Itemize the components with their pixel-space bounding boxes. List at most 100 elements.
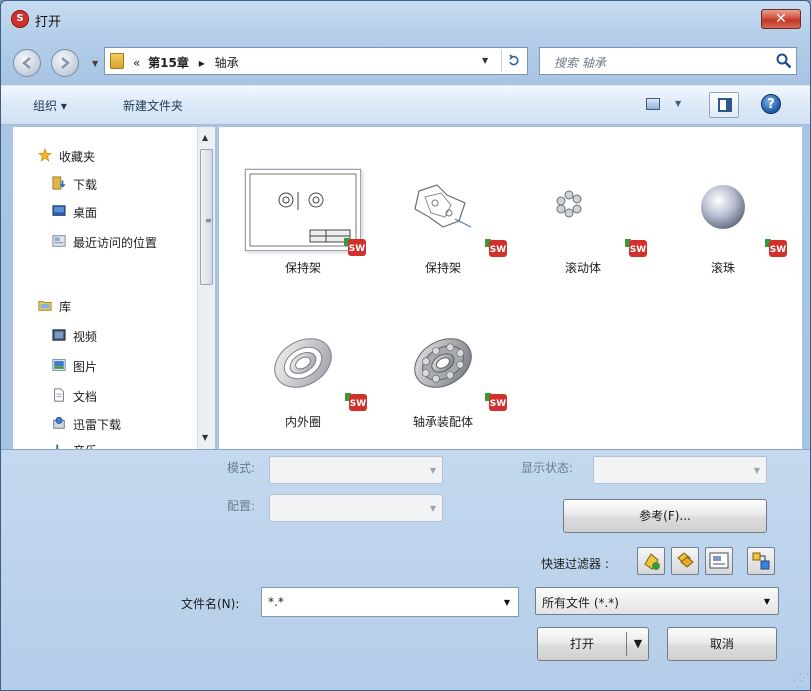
sidebar-label: 下载 bbox=[73, 178, 98, 192]
chevron-down-icon[interactable]: ▼ bbox=[764, 597, 770, 606]
rollers-preview-icon bbox=[556, 190, 582, 218]
view-options-dropdown-icon[interactable]: ▼ bbox=[675, 99, 681, 108]
back-arrow-icon bbox=[22, 57, 31, 69]
scroll-up-arrow-icon[interactable]: ▲ bbox=[202, 133, 208, 142]
open-split-button[interactable]: 打开 ▼ bbox=[537, 627, 649, 661]
ball-preview-icon bbox=[701, 185, 745, 229]
search-icon[interactable] bbox=[776, 53, 792, 69]
chevron-down-icon[interactable]: ▼ bbox=[504, 598, 510, 607]
address-dropdown-icon[interactable]: ▼ bbox=[482, 56, 488, 65]
configuration-label: 配置: bbox=[227, 499, 256, 513]
breadcrumb-separator[interactable]: ▸ bbox=[199, 56, 205, 70]
file-tile[interactable]: SW 内外圈 bbox=[241, 323, 367, 433]
solidworks-badge-icon: SW bbox=[344, 238, 366, 256]
cage-part-preview-icon bbox=[414, 184, 472, 228]
breadcrumb-overflow[interactable]: « bbox=[133, 56, 140, 70]
cancel-button[interactable]: 取消 bbox=[667, 627, 777, 661]
filter-drawings-icon bbox=[709, 552, 729, 569]
filename-label: 文件名(N): bbox=[181, 597, 240, 611]
bearing-assembly-preview-icon bbox=[414, 338, 472, 388]
chevron-down-icon: ▼ bbox=[753, 466, 760, 475]
refresh-button[interactable] bbox=[501, 50, 525, 72]
sidebar-label: 图片 bbox=[73, 360, 98, 374]
breadcrumb[interactable]: « 第15章 ▸ 轴承 bbox=[133, 54, 239, 71]
file-type-value[interactable]: 所有文件 (*.*) bbox=[542, 594, 619, 611]
open-button[interactable]: 打开 bbox=[538, 628, 626, 660]
filename-value[interactable]: *.* bbox=[268, 595, 284, 609]
back-button[interactable] bbox=[13, 49, 41, 77]
file-tile[interactable]: SW 滚珠 bbox=[661, 169, 787, 279]
sphere-thumbnail: SW bbox=[665, 169, 787, 257]
sidebar-label: 迅雷下载 bbox=[73, 418, 122, 432]
references-button[interactable]: 参考(F)... bbox=[563, 499, 767, 533]
chevron-down-icon: ▼ bbox=[429, 504, 436, 513]
change-view-icon[interactable] bbox=[646, 98, 660, 110]
rollers-thumbnail: SW bbox=[525, 169, 647, 257]
breadcrumb-item-chapter[interactable]: 第15章 bbox=[148, 56, 189, 70]
filter-top-level-assemblies-button[interactable] bbox=[747, 547, 775, 575]
solidworks-app-icon: S bbox=[11, 10, 29, 28]
configuration-select: ▼ bbox=[269, 494, 443, 522]
sidebar-label: 视频 bbox=[73, 330, 98, 344]
organize-menu[interactable]: 组织 ▾ bbox=[33, 97, 67, 114]
mode-select: ▼ bbox=[269, 456, 443, 484]
solidworks-badge-icon: SW bbox=[765, 239, 787, 257]
navigation-scrollbar[interactable]: ▲ ≡ ▼ bbox=[197, 127, 215, 449]
solidworks-badge-icon: SW bbox=[485, 239, 507, 257]
recent-locations-dropdown-icon[interactable]: ▼ bbox=[92, 59, 98, 68]
filter-drawings-button[interactable] bbox=[705, 547, 733, 575]
address-bar[interactable]: « 第15章 ▸ 轴承 ▼ bbox=[104, 47, 528, 75]
window-title: 打开 bbox=[35, 15, 62, 30]
file-name: 滚珠 bbox=[710, 261, 735, 275]
scrollbar-thumb[interactable]: ≡ bbox=[200, 149, 213, 285]
quick-filter-label: 快速过滤器 : bbox=[541, 557, 609, 571]
preview-pane-button[interactable] bbox=[709, 92, 739, 118]
libraries-icon bbox=[38, 301, 52, 311]
forward-arrow-icon bbox=[61, 57, 70, 69]
file-name: 保持架 bbox=[284, 261, 321, 275]
drawing-preview-icon bbox=[249, 173, 357, 247]
close-button[interactable]: ✕ bbox=[761, 9, 801, 29]
star-icon bbox=[38, 148, 52, 162]
solidworks-badge-icon: SW bbox=[625, 239, 647, 257]
filename-input[interactable]: *.* ▼ bbox=[261, 587, 519, 617]
file-name: 保持架 bbox=[424, 261, 461, 275]
file-tile[interactable]: SW 滚动体 bbox=[521, 169, 647, 279]
svg-text:SW: SW bbox=[770, 245, 786, 255]
search-placeholder[interactable]: 搜索 轴承 bbox=[554, 54, 606, 71]
bearing-thumbnail: SW bbox=[385, 323, 507, 411]
file-tile[interactable]: SW 保持架 bbox=[381, 169, 507, 279]
mode-label: 模式: bbox=[227, 461, 256, 475]
svg-text:SW: SW bbox=[490, 245, 506, 255]
filter-assemblies-button[interactable] bbox=[671, 547, 699, 575]
sidebar-label: 音乐 bbox=[73, 442, 97, 449]
display-state-label: 显示状态: bbox=[521, 461, 574, 475]
forward-button[interactable] bbox=[51, 49, 79, 77]
sidebar-label: 收藏夹 bbox=[59, 150, 96, 164]
svg-text:SW: SW bbox=[490, 399, 506, 409]
svg-text:SW: SW bbox=[630, 245, 646, 255]
sidebar-label: 文档 bbox=[73, 390, 98, 404]
file-name: 滚动体 bbox=[564, 261, 601, 275]
filter-parts-icon bbox=[644, 553, 660, 570]
open-options-dropdown-icon[interactable]: ▼ bbox=[628, 628, 648, 660]
resize-grip-icon[interactable]: ⋰⋰ bbox=[793, 673, 809, 683]
sidebar-label: 最近访问的位置 bbox=[73, 236, 158, 250]
scroll-down-arrow-icon[interactable]: ▼ bbox=[202, 433, 208, 442]
file-name: 轴承装配体 bbox=[412, 415, 473, 429]
file-tile[interactable]: SW 轴承装配体 bbox=[381, 323, 507, 433]
breadcrumb-item-bearing[interactable]: 轴承 bbox=[215, 56, 239, 70]
file-tile[interactable]: SW 保持架 bbox=[241, 169, 366, 279]
drawing-thumbnail: SW bbox=[245, 169, 366, 256]
file-type-select[interactable]: 所有文件 (*.*) ▼ bbox=[535, 587, 779, 615]
thunder-download-icon bbox=[53, 416, 65, 429]
filter-parts-button[interactable] bbox=[637, 547, 665, 575]
new-folder-button[interactable]: 新建文件夹 bbox=[123, 97, 183, 114]
title-bar[interactable]: S 打开 ✕ bbox=[1, 1, 810, 35]
help-icon[interactable]: ? bbox=[761, 94, 781, 114]
refresh-icon bbox=[508, 54, 519, 66]
split-divider bbox=[626, 632, 627, 656]
picture-library-icon bbox=[52, 359, 66, 371]
open-file-dialog: S 打开 ✕ ▼ « 第15章 ▸ 轴承 ▼ 搜索 轴承 组织 ▾ 新建文件夹 … bbox=[0, 0, 811, 691]
search-box[interactable]: 搜索 轴承 bbox=[539, 47, 797, 75]
